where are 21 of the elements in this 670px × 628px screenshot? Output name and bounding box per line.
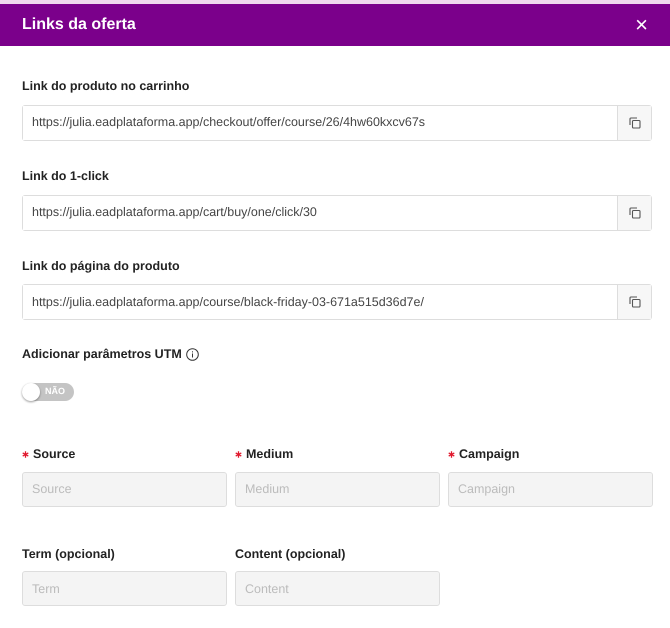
info-icon[interactable] — [186, 348, 199, 362]
modal-title: Links da oferta — [22, 15, 136, 35]
copy-icon — [628, 206, 640, 218]
link-field[interactable]: https://julia.eadplataforma.app/checkout/offer/course/26/4hw60kxcv67s — [22, 104, 652, 141]
field-label: Campaign — [459, 446, 520, 463]
copy-icon — [628, 296, 640, 308]
copy-button[interactable] — [617, 196, 651, 230]
field-label: Source — [33, 446, 76, 463]
field-label: Link do página do produto — [22, 258, 180, 275]
utm-label: Adicionar parâmetros UTM — [22, 346, 182, 364]
field-label: Link do produto no carrinho — [22, 78, 190, 95]
copy-button[interactable] — [617, 106, 651, 140]
field-label: Link do 1-click — [22, 168, 109, 185]
field-label: Term (opcional) — [22, 546, 115, 563]
copy-icon — [628, 116, 640, 129]
field-label: Content (opcional) — [235, 546, 346, 563]
link-field[interactable]: https://julia.eadplataforma.app/course/black-friday-03-671a515d36d7e/ — [22, 284, 652, 320]
field-label: Medium — [246, 446, 294, 463]
copy-button[interactable] — [617, 285, 651, 320]
link-field[interactable]: https://julia.eadplataforma.app/cart/buy/one/click/30 — [22, 194, 652, 230]
close-button[interactable]: × — [635, 14, 648, 36]
